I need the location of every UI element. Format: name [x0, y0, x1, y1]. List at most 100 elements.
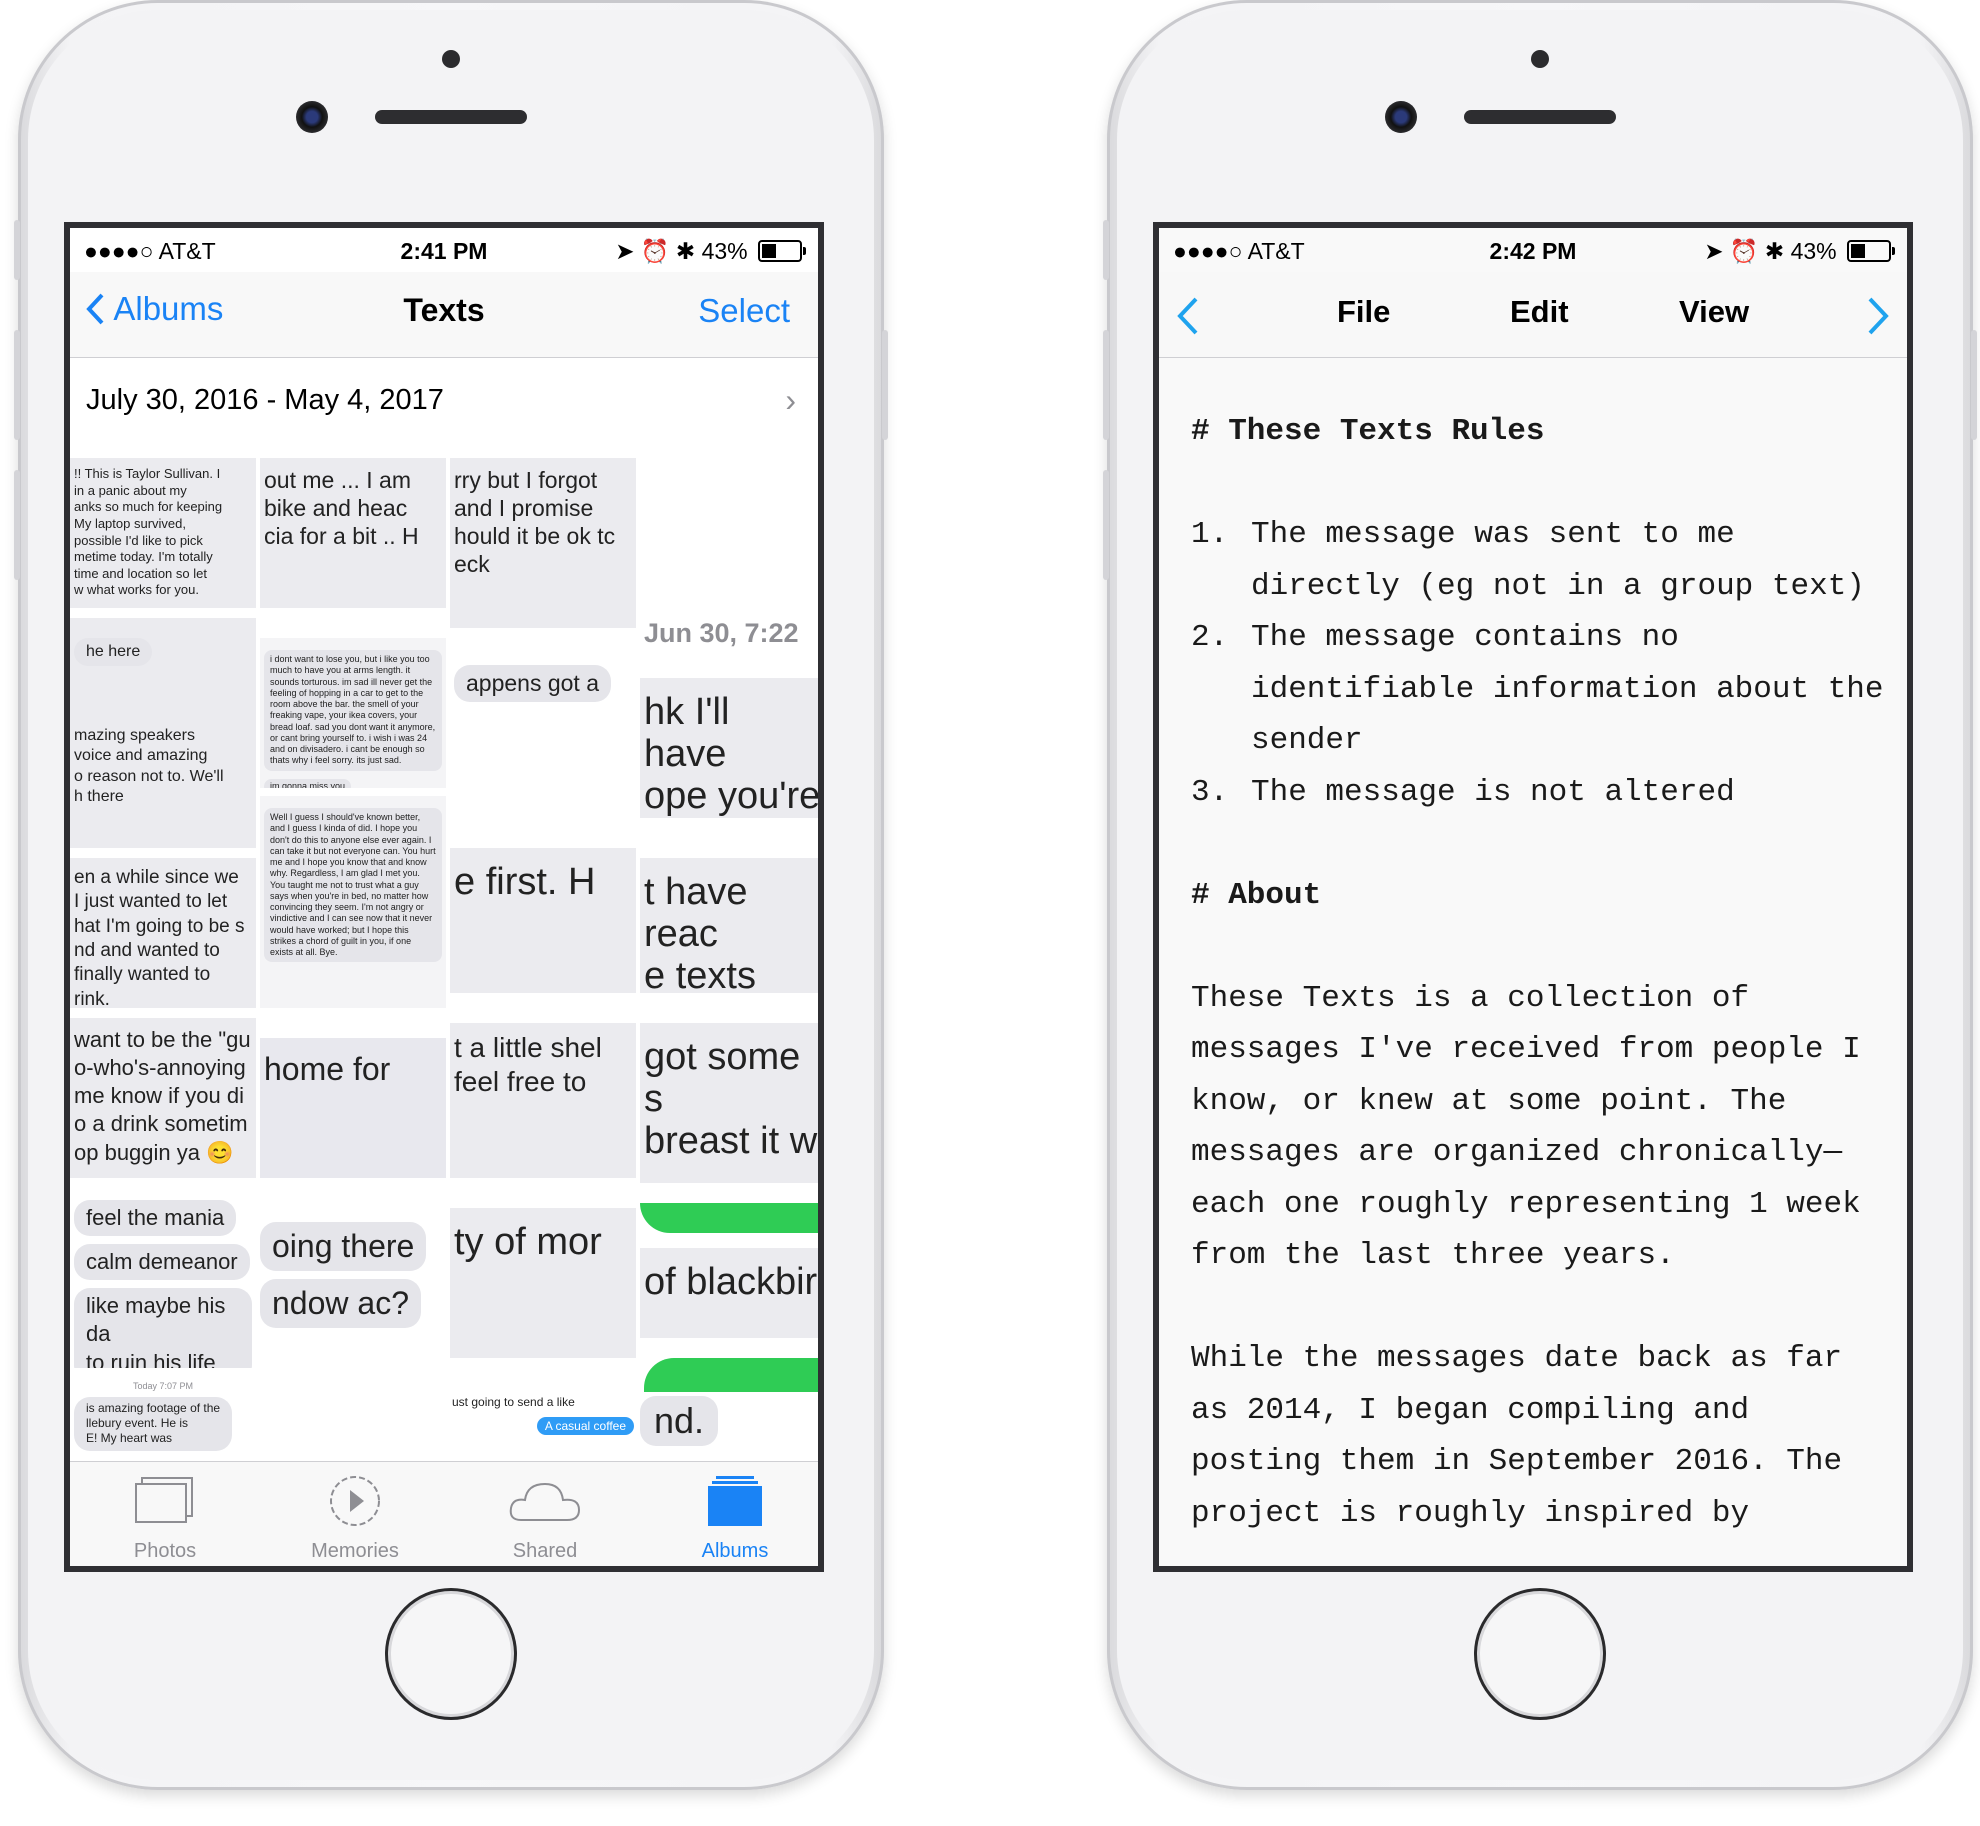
tab-label: Memories: [311, 1540, 399, 1562]
alarm-icon: ⏰: [1729, 238, 1759, 264]
list-item: 2. The message contains no identifiable i…: [1191, 612, 1887, 767]
menu-edit[interactable]: Edit: [1510, 294, 1569, 330]
volume-up-button: [1103, 330, 1109, 440]
tab-albums[interactable]: Albums: [640, 1474, 818, 1563]
photo-thumbnail[interactable]: want to be the "gu o-who's-annoying me k…: [70, 1018, 256, 1178]
photo-thumbnail[interactable]: !! This is Taylor Sullivan. I in a panic…: [70, 458, 256, 608]
select-button[interactable]: Select: [698, 292, 790, 330]
message-bubble: nd.: [640, 1396, 719, 1447]
date-range: July 30, 2016 - May 4, 2017: [86, 384, 444, 416]
photo-thumbnail[interactable]: got some s breast it w: [640, 1023, 818, 1183]
menu-bar: File Edit View: [1159, 272, 1907, 358]
message-timestamp: Today 7:07 PM: [132, 1381, 194, 1391]
photos-icon: [135, 1477, 193, 1523]
photo-thumbnail[interactable]: ty of mor: [450, 1208, 636, 1358]
volume-down-button: [14, 470, 20, 580]
photo-thumbnail[interactable]: ust going to send a like A casual coffee: [450, 1393, 636, 1458]
screen: ●●●●○ AT&T 2:41 PM ➤ ⏰ ✱ 43% Albums Text…: [64, 222, 824, 1572]
list-number: 2.: [1191, 620, 1229, 655]
proximity-sensor: [1531, 50, 1549, 68]
chevron-right-icon[interactable]: [1865, 296, 1891, 336]
moment-header[interactable]: July 30, 2016 - May 4, 2017 ›: [70, 358, 818, 438]
tab-photos[interactable]: Photos: [70, 1474, 260, 1563]
status-right: ➤ ⏰ ✱ 43%: [615, 238, 806, 265]
home-button[interactable]: [385, 1588, 517, 1720]
photo-thumbnail[interactable]: Well I guess I should've known better, a…: [260, 796, 446, 1008]
tab-bar: Photos Memories Shared Albums: [70, 1461, 818, 1566]
tab-label: Shared: [512, 1540, 578, 1562]
menu-file[interactable]: File: [1337, 294, 1390, 330]
photo-thumbnail[interactable]: of blackbir: [640, 1248, 818, 1338]
mute-switch: [14, 220, 20, 280]
message-bubble: appens got a: [454, 665, 612, 703]
photo-thumbnail[interactable]: en a while since we I just wanted to let…: [70, 858, 256, 1008]
earpiece-speaker: [1464, 110, 1616, 124]
photo-thumbnail[interactable]: mazing speakers voice and amazing o reas…: [70, 718, 256, 848]
status-bar: ●●●●○ AT&T 2:41 PM ➤ ⏰ ✱ 43%: [70, 228, 818, 272]
status-right: ➤ ⏰ ✱ 43%: [1704, 238, 1895, 265]
status-bar: ●●●●○ AT&T 2:42 PM ➤ ⏰ ✱ 43%: [1159, 228, 1907, 272]
message-bubble: like maybe his da to ruin his life: [74, 1288, 252, 1368]
rules-list: 1. The message was sent to me directly (e…: [1191, 509, 1887, 818]
earpiece-speaker: [375, 110, 527, 124]
home-button[interactable]: [1474, 1588, 1606, 1720]
green-bubble: [644, 1358, 818, 1392]
cloud-icon: [509, 1482, 581, 1521]
photo-thumbnail[interactable]: out me ... I am bike and heac cia for a …: [260, 458, 446, 608]
power-button: [882, 330, 888, 440]
power-button: [1971, 330, 1977, 440]
photo-thumbnail[interactable]: appens got a: [450, 653, 636, 743]
right-phone: ●●●●○ AT&T 2:42 PM ➤ ⏰ ✱ 43% File Edit V…: [1103, 0, 1977, 1790]
screen: ●●●●○ AT&T 2:42 PM ➤ ⏰ ✱ 43% File Edit V…: [1153, 222, 1913, 1572]
photo-thumbnail[interactable]: [640, 1203, 818, 1233]
message-bubble: im gonna miss you: [264, 778, 352, 788]
photo-thumbnail[interactable]: rry but I forgot and I promise hould it …: [450, 458, 636, 628]
battery-icon: [1847, 240, 1895, 262]
photo-thumbnail[interactable]: feel the mania calm demeanor like maybe …: [70, 1188, 256, 1368]
front-camera: [1385, 101, 1417, 133]
list-number: 3.: [1191, 774, 1229, 810]
location-icon: ➤: [615, 238, 635, 264]
photo-thumbnail[interactable]: Jun 30, 7:22: [640, 608, 818, 668]
location-icon: ➤: [1704, 238, 1724, 264]
front-camera: [296, 101, 328, 133]
message-bubble: feel the mania: [74, 1200, 237, 1237]
tab-shared[interactable]: Shared: [450, 1474, 640, 1563]
photo-thumbnail[interactable]: Today 7:07 PM is amazing footage of the …: [70, 1373, 256, 1458]
alarm-icon: ⏰: [640, 238, 670, 264]
photo-thumbnail[interactable]: t have reac e texts: [640, 858, 818, 993]
message-text: ust going to send a like: [452, 1395, 575, 1409]
bluetooth-icon: ✱: [1764, 238, 1785, 264]
message-bubble: oing there: [260, 1222, 427, 1271]
battery-icon: [758, 240, 806, 262]
bluetooth-icon: ✱: [675, 238, 696, 264]
about-paragraph: These Texts is a collection of messages …: [1191, 980, 1861, 1274]
rule-text: The message contains no identifiable inf…: [1251, 620, 1884, 758]
photo-thumbnail[interactable]: hk I'll have ope you're: [640, 678, 818, 818]
menu-view[interactable]: View: [1679, 294, 1749, 330]
photo-thumbnail[interactable]: e first. H: [450, 848, 636, 993]
rule-text: The message was sent to me directly (eg …: [1251, 517, 1865, 604]
photo-thumbnail[interactable]: t a little shel feel free to: [450, 1023, 636, 1178]
heading-about: # About: [1191, 877, 1322, 913]
sent-bubble-wrap: A casual coffee: [452, 1417, 634, 1436]
message-bubble: ndow ac?: [260, 1278, 421, 1328]
tab-label: Albums: [701, 1540, 769, 1562]
photo-thumbnail[interactable]: nd.: [640, 1358, 818, 1458]
left-phone: ●●●●○ AT&T 2:41 PM ➤ ⏰ ✱ 43% Albums Text…: [14, 0, 888, 1790]
rule-text: The message is not altered: [1251, 774, 1735, 810]
photo-thumbnail[interactable]: oing there ndow ac?: [260, 1218, 446, 1368]
navigation-bar: Albums Texts Select: [70, 272, 818, 358]
tab-label: Photos: [133, 1540, 197, 1562]
message-bubble: calm demeanor: [74, 1244, 250, 1281]
photo-thumbnail[interactable]: i dont want to lose you, but i like you …: [260, 638, 446, 788]
markdown-editor[interactable]: # These Texts Rules 1. The message was se…: [1191, 406, 1887, 1539]
tab-memories[interactable]: Memories: [260, 1474, 450, 1563]
list-item: 3. The message is not altered: [1191, 767, 1887, 819]
list-item: 1. The message was sent to me directly (e…: [1191, 509, 1887, 612]
photo-thumbnail[interactable]: home for: [260, 1038, 446, 1178]
heading-rules: # These Texts Rules: [1191, 414, 1545, 449]
mute-switch: [1103, 220, 1109, 280]
message-bubble: i dont want to lose you, but i like you …: [264, 650, 442, 771]
chevron-left-icon[interactable]: [1175, 296, 1201, 336]
